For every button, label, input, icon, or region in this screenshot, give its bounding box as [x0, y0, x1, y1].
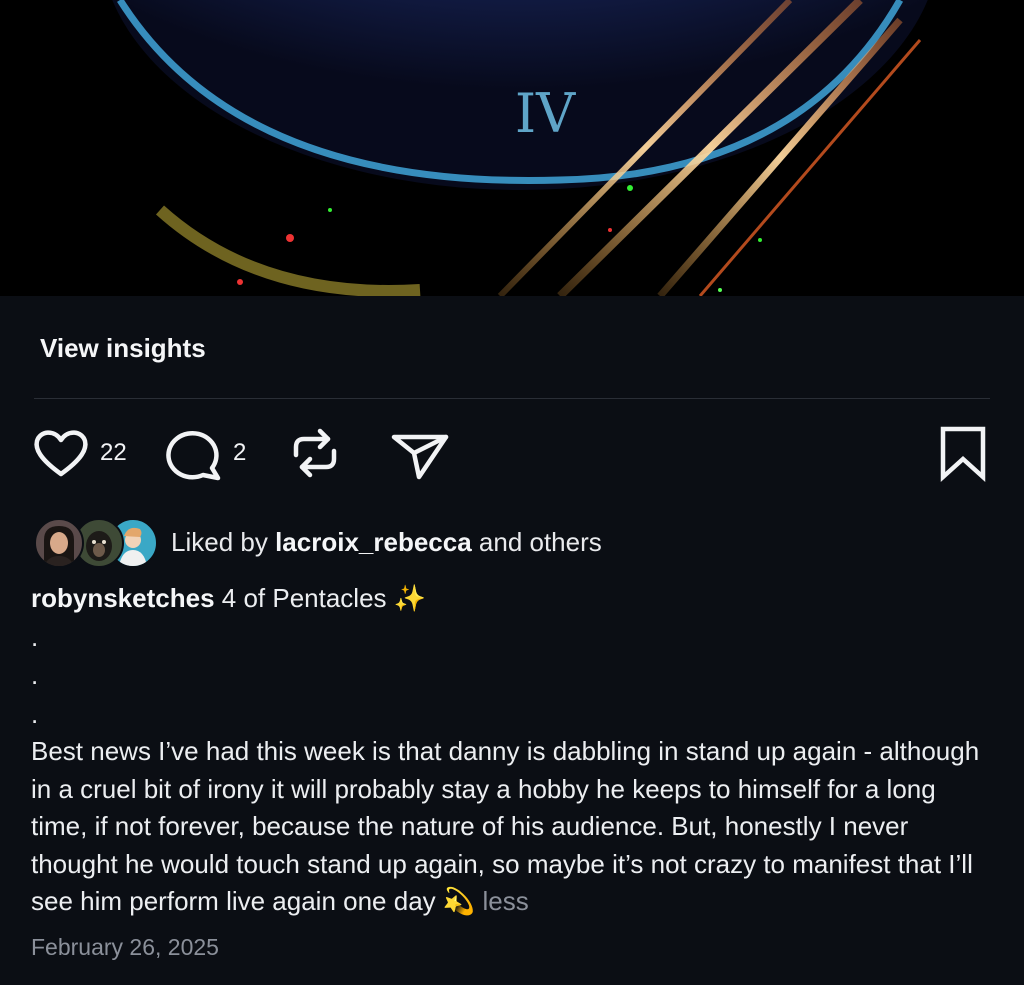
liked-by-user-link[interactable]: lacroix_rebecca: [275, 527, 472, 557]
liked-by-others-link[interactable]: and others: [472, 527, 602, 557]
liked-by-prefix: Liked by: [171, 527, 276, 557]
post-image[interactable]: IV: [0, 0, 1024, 296]
caption-title-line: robynsketches 4 of Pentacles ✨: [31, 580, 991, 618]
like-count: 22: [100, 439, 127, 466]
caption-dot: .: [31, 698, 39, 729]
caption-body: Best news I’ve had this week is that dan…: [31, 733, 991, 921]
view-insights-link[interactable]: View insights: [40, 333, 206, 364]
heart-icon: [34, 430, 88, 477]
share-button[interactable]: [390, 420, 450, 486]
roman-numeral: IV: [515, 82, 576, 145]
comment-icon: [166, 431, 221, 481]
caption-username-link[interactable]: robynsketches: [31, 583, 215, 613]
repost-icon: [293, 428, 337, 478]
post-date: February 26, 2025: [31, 934, 219, 960]
like-button[interactable]: 22: [32, 420, 127, 486]
divider: [34, 398, 990, 399]
send-icon: [391, 434, 449, 480]
post-caption: robynsketches 4 of Pentacles ✨ . . . Bes…: [31, 580, 991, 921]
liker-avatars[interactable]: [34, 518, 158, 568]
less-button[interactable]: less: [482, 886, 528, 916]
save-button[interactable]: [936, 420, 990, 486]
bookmark-icon: [940, 426, 986, 483]
liked-by-text: Liked by lacroix_rebecca and others: [171, 527, 602, 558]
action-bar: 22 2: [0, 420, 1024, 490]
caption-dot: .: [31, 621, 39, 652]
caption-title: 4 of Pentacles ✨: [214, 583, 427, 613]
comment-count: 2: [233, 439, 247, 466]
repost-button[interactable]: [288, 420, 342, 486]
caption-dot: .: [31, 660, 39, 690]
avatar: [34, 518, 84, 568]
post-image-art: IV: [0, 0, 1024, 296]
comment-button[interactable]: 2: [163, 420, 246, 486]
